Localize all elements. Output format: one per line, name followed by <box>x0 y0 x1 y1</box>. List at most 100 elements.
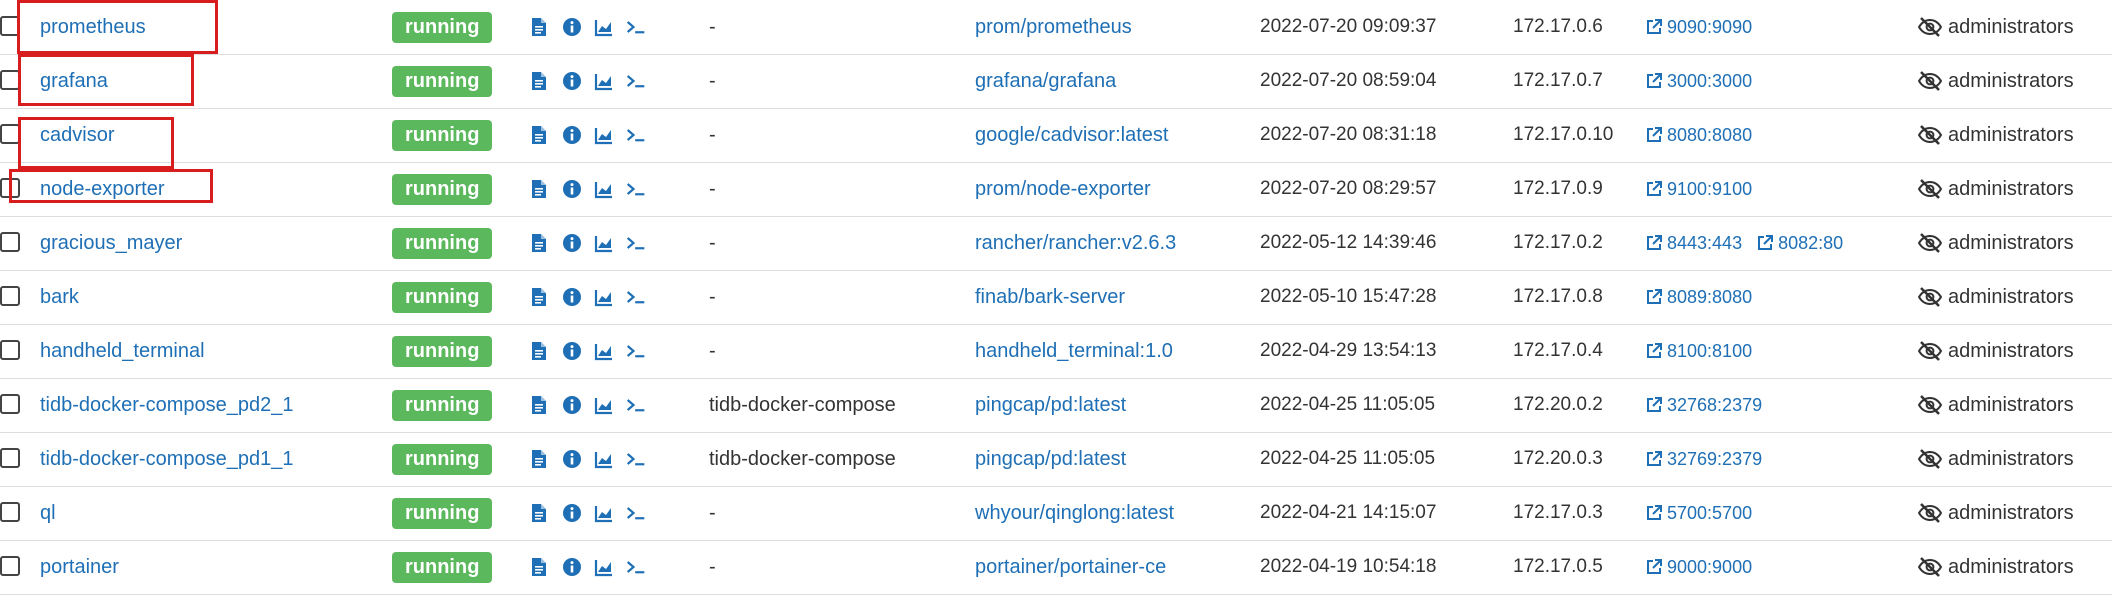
stats-icon[interactable] <box>594 125 614 145</box>
port-link[interactable]: 8089:8080 <box>1645 287 1752 308</box>
port-link[interactable]: 5700:5700 <box>1645 503 1752 524</box>
container-name-link[interactable]: ql <box>40 486 56 540</box>
logs-icon[interactable] <box>530 287 550 307</box>
row-checkbox[interactable] <box>0 124 20 144</box>
console-icon[interactable] <box>626 125 646 145</box>
image-link[interactable]: prom/prometheus <box>975 0 1132 54</box>
stats-icon[interactable] <box>594 233 614 253</box>
stats-icon[interactable] <box>594 557 614 577</box>
console-icon[interactable] <box>626 179 646 199</box>
row-checkbox[interactable] <box>0 286 20 306</box>
quick-actions <box>530 270 658 324</box>
port-link[interactable]: 9100:9100 <box>1645 179 1752 200</box>
status-badge: running <box>392 66 493 97</box>
eye-slash-icon <box>1918 503 1948 523</box>
logs-icon[interactable] <box>530 71 550 91</box>
created-date: 2022-07-20 08:29:57 <box>1260 178 1437 199</box>
inspect-icon[interactable] <box>562 557 582 577</box>
stats-icon[interactable] <box>594 17 614 37</box>
container-name-link[interactable]: tidb-docker-compose_pd1_1 <box>40 432 294 486</box>
external-link-icon <box>1645 288 1667 306</box>
row-checkbox[interactable] <box>0 502 20 522</box>
console-icon[interactable] <box>626 395 646 415</box>
port-link[interactable]: 8082:80 <box>1756 233 1843 254</box>
logs-icon[interactable] <box>530 503 550 523</box>
logs-icon[interactable] <box>530 179 550 199</box>
stats-icon[interactable] <box>594 71 614 91</box>
container-name-link[interactable]: portainer <box>40 540 119 594</box>
image-link[interactable]: pingcap/pd:latest <box>975 378 1126 432</box>
console-icon[interactable] <box>626 503 646 523</box>
image-link[interactable]: rancher/rancher:v2.6.3 <box>975 216 1176 270</box>
stack-name: tidb-docker-compose <box>709 393 896 416</box>
console-icon[interactable] <box>626 449 646 469</box>
inspect-icon[interactable] <box>562 179 582 199</box>
console-icon[interactable] <box>626 233 646 253</box>
logs-icon[interactable] <box>530 449 550 469</box>
status-badge: running <box>392 552 493 583</box>
logs-icon[interactable] <box>530 17 550 37</box>
image-link[interactable]: pingcap/pd:latest <box>975 432 1126 486</box>
image-link[interactable]: finab/bark-server <box>975 270 1125 324</box>
port-link[interactable]: 9090:9090 <box>1645 17 1752 38</box>
port-link[interactable]: 8100:8100 <box>1645 341 1752 362</box>
row-checkbox[interactable] <box>0 70 20 90</box>
inspect-icon[interactable] <box>562 449 582 469</box>
table-row: handheld_terminal running - handheld_ter… <box>0 324 2112 379</box>
row-checkbox[interactable] <box>0 394 20 414</box>
container-name-link[interactable]: handheld_terminal <box>40 324 205 378</box>
image-link[interactable]: portainer/portainer-ce <box>975 540 1166 594</box>
row-checkbox[interactable] <box>0 340 20 360</box>
port-link[interactable]: 32769:2379 <box>1645 449 1762 470</box>
console-icon[interactable] <box>626 71 646 91</box>
created-date: 2022-07-20 08:59:04 <box>1260 70 1437 91</box>
container-name-link[interactable]: tidb-docker-compose_pd2_1 <box>40 378 294 432</box>
inspect-icon[interactable] <box>562 71 582 91</box>
image-link[interactable]: handheld_terminal:1.0 <box>975 324 1173 378</box>
image-link[interactable]: grafana/grafana <box>975 54 1116 108</box>
console-icon[interactable] <box>626 341 646 361</box>
console-icon[interactable] <box>626 557 646 577</box>
container-name-link[interactable]: gracious_mayer <box>40 216 182 270</box>
stats-icon[interactable] <box>594 395 614 415</box>
port-link[interactable]: 3000:3000 <box>1645 71 1752 92</box>
inspect-icon[interactable] <box>562 17 582 37</box>
logs-icon[interactable] <box>530 395 550 415</box>
stats-icon[interactable] <box>594 287 614 307</box>
port-link[interactable]: 8443:443 <box>1645 233 1742 254</box>
row-checkbox[interactable] <box>0 232 20 252</box>
image-link[interactable]: prom/node-exporter <box>975 162 1151 216</box>
inspect-icon[interactable] <box>562 503 582 523</box>
ip-address: 172.17.0.8 <box>1513 286 1603 307</box>
ownership-label: administrators <box>1948 339 2074 362</box>
stats-icon[interactable] <box>594 341 614 361</box>
console-icon[interactable] <box>626 287 646 307</box>
created-date: 2022-04-19 10:54:18 <box>1260 556 1437 577</box>
stats-icon[interactable] <box>594 449 614 469</box>
inspect-icon[interactable] <box>562 233 582 253</box>
ownership-label: administrators <box>1948 447 2074 470</box>
row-checkbox[interactable] <box>0 556 20 576</box>
port-link[interactable]: 32768:2379 <box>1645 395 1762 416</box>
stack-name: - <box>709 501 716 524</box>
inspect-icon[interactable] <box>562 395 582 415</box>
port-link[interactable]: 9000:9000 <box>1645 557 1752 578</box>
stats-icon[interactable] <box>594 503 614 523</box>
console-icon[interactable] <box>626 17 646 37</box>
port-link[interactable]: 8080:8080 <box>1645 125 1752 146</box>
inspect-icon[interactable] <box>562 341 582 361</box>
inspect-icon[interactable] <box>562 125 582 145</box>
ownership-label: administrators <box>1948 177 2074 200</box>
logs-icon[interactable] <box>530 125 550 145</box>
ip-address: 172.17.0.6 <box>1513 16 1603 37</box>
stats-icon[interactable] <box>594 179 614 199</box>
image-link[interactable]: whyour/qinglong:latest <box>975 486 1174 540</box>
container-name-link[interactable]: bark <box>40 270 79 324</box>
logs-icon[interactable] <box>530 341 550 361</box>
logs-icon[interactable] <box>530 233 550 253</box>
logs-icon[interactable] <box>530 557 550 577</box>
ip-address: 172.17.0.7 <box>1513 70 1603 91</box>
image-link[interactable]: google/cadvisor:latest <box>975 108 1168 162</box>
inspect-icon[interactable] <box>562 287 582 307</box>
row-checkbox[interactable] <box>0 448 20 468</box>
